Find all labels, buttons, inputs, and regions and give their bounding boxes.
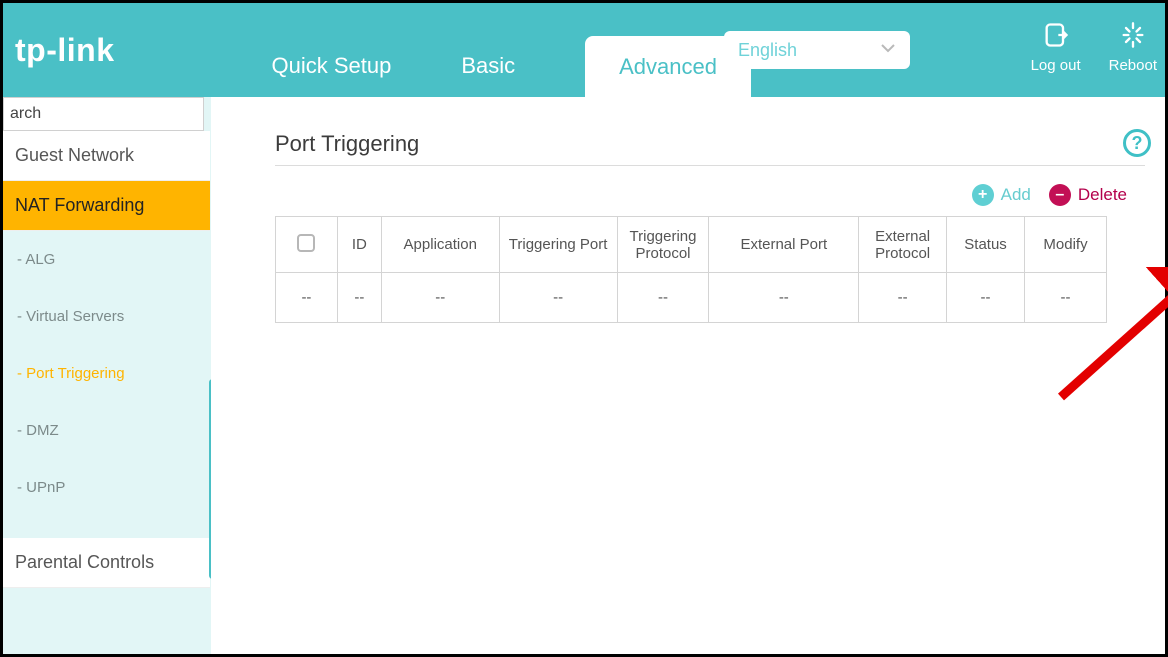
nav-tabs: Quick Setup Basic Advanced [271,3,751,97]
sidebar-item-nat-forwarding[interactable]: NAT Forwarding [3,181,210,231]
col-trig-proto: Triggering Protocol [617,217,709,273]
reboot-button[interactable]: Reboot [1109,21,1157,74]
reboot-label: Reboot [1109,57,1157,74]
top-right-actions: Log out Reboot [1031,21,1157,74]
logout-button[interactable]: Log out [1031,21,1081,74]
page-title: Port Triggering [275,131,1145,157]
table-actions: + Add – Delete [275,184,1127,206]
plus-icon: + [972,184,994,206]
cell-trig-proto: -- [617,273,709,323]
col-id: ID [337,217,381,273]
search-input[interactable] [10,105,197,123]
logout-label: Log out [1031,57,1081,74]
col-trig-port: Triggering Port [499,217,617,273]
chevron-down-icon [880,40,896,61]
logout-icon [1042,21,1070,53]
cell-status: -- [947,273,1025,323]
sidebar-item-guest-network[interactable]: Guest Network [3,131,210,181]
sidebar-sub-alg[interactable]: - ALG [3,231,210,288]
language-select[interactable]: English [724,31,910,69]
cell-modify: -- [1025,273,1107,323]
add-button[interactable]: + Add [972,184,1031,206]
help-button[interactable]: ? [1123,129,1151,157]
table-header-row: ID Application Triggering Port Triggerin… [276,217,1107,273]
col-checkbox [276,217,338,273]
col-ext-proto: External Protocol [859,217,947,273]
cell-application: -- [381,273,499,323]
reboot-icon [1119,21,1147,53]
sidebar-sub-upnp[interactable]: - UPnP [3,459,210,516]
col-modify: Modify [1025,217,1107,273]
delete-button[interactable]: – Delete [1049,184,1127,206]
minus-icon: – [1049,184,1071,206]
col-application: Application [381,217,499,273]
table-row: -- -- -- -- -- -- -- -- -- [276,273,1107,323]
add-label: Add [1001,185,1031,205]
cell-trig-port: -- [499,273,617,323]
cell-id: -- [337,273,381,323]
language-value: English [738,40,797,61]
tab-basic[interactable]: Basic [461,35,515,97]
port-triggering-table: ID Application Triggering Port Triggerin… [275,216,1107,323]
sidebar-sub-port-triggering[interactable]: - Port Triggering [3,345,210,402]
cell-checkbox: -- [276,273,338,323]
cell-ext-proto: -- [859,273,947,323]
brand-logo: tp-link [3,32,136,69]
col-ext-port: External Port [709,217,859,273]
main-content: Port Triggering ? + Add – Delete ID [211,97,1165,654]
top-bar: tp-link Quick Setup Basic Advanced Engli… [3,3,1165,97]
sidebar-item-parental-controls[interactable]: Parental Controls [3,538,210,588]
sidebar: Guest Network NAT Forwarding - ALG - Vir… [3,97,211,654]
select-all-checkbox[interactable] [297,234,315,252]
title-divider [275,165,1145,166]
tab-quick-setup[interactable]: Quick Setup [271,35,391,97]
search-box[interactable] [3,97,204,131]
cell-ext-port: -- [709,273,859,323]
sidebar-sub-virtual-servers[interactable]: - Virtual Servers [3,288,210,345]
sidebar-sub-dmz[interactable]: - DMZ [3,402,210,459]
col-status: Status [947,217,1025,273]
delete-label: Delete [1078,185,1127,205]
